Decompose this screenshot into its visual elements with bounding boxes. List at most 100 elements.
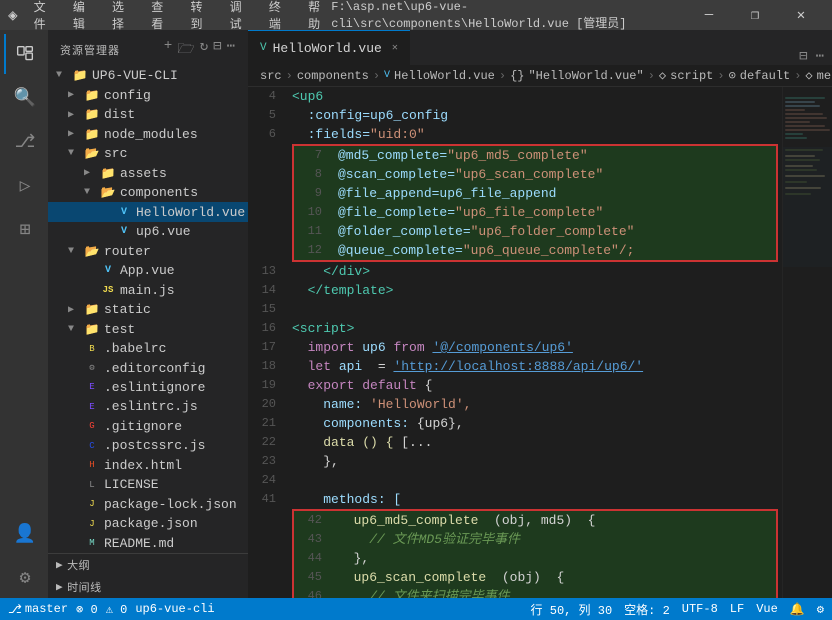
line-content: @file_append=up6_file_append [334, 184, 776, 203]
activity-git[interactable]: ⎇ [4, 122, 44, 162]
sidebar-item-package[interactable]: ▶ J package.json [48, 514, 248, 533]
sidebar-item-test[interactable]: ▼ 📁 test [48, 319, 248, 338]
activity-debug[interactable]: ▷ [4, 166, 44, 206]
sidebar-item-assets[interactable]: ▶ 📁 assets [48, 163, 248, 182]
sidebar-item-router[interactable]: ▼ 📂 router [48, 241, 248, 260]
close-button[interactable]: ✕ [778, 0, 824, 30]
arrow-icon: ▼ [68, 246, 80, 257]
code-line: 14 </template> [248, 281, 782, 300]
line-number: 18 [248, 357, 288, 376]
sidebar-item-helloworld[interactable]: ▶ V HelloWorld.vue [48, 202, 248, 221]
warnings-status[interactable]: ⚠ 0 [106, 602, 128, 617]
item-label: test [104, 322, 248, 337]
sidebar-item-dist[interactable]: ▶ 📁 dist [48, 105, 248, 124]
sidebar-item-readme[interactable]: ▶ M README.md [48, 534, 248, 553]
maximize-button[interactable]: ❐ [732, 0, 778, 30]
settings-status[interactable]: ⚙ [817, 602, 824, 617]
menu-view[interactable]: 查看 [143, 0, 174, 34]
activity-search[interactable]: 🔍 [4, 78, 44, 118]
menu-goto[interactable]: 转到 [182, 0, 213, 34]
arrow-icon: ▶ [68, 128, 80, 140]
errors-status[interactable]: ⊗ 0 [76, 602, 98, 617]
refresh-icon[interactable]: ↻ [200, 38, 209, 62]
line-content: </div> [288, 262, 782, 281]
sidebar-item-appvue[interactable]: ▶ V App.vue [48, 261, 248, 280]
sidebar-item-components[interactable]: ▼ 📂 components [48, 183, 248, 202]
sidebar-item-src[interactable]: ▼ 📂 src [48, 144, 248, 163]
line-number: 10 [294, 203, 334, 222]
menu-help[interactable]: 帮助 [300, 0, 331, 34]
git-branch-status[interactable]: ⎇ master [8, 602, 68, 617]
activity-extensions[interactable]: ⊞ [4, 210, 44, 250]
code-line: 45 up6_scan_complete (obj) { [294, 568, 776, 587]
sidebar-item-gitignore[interactable]: ▶ G .gitignore [48, 417, 248, 436]
sidebar-item-static[interactable]: ▶ 📁 static [48, 300, 248, 319]
sidebar-item-eslintrc[interactable]: ▶ E .eslintrc.js [48, 397, 248, 416]
sidebar-item-config[interactable]: ▶ 📁 config [48, 85, 248, 104]
tab-helloworld[interactable]: V HelloWorld.vue ✕ [248, 30, 410, 65]
line-col-status[interactable]: 行 50, 列 30 [531, 601, 613, 618]
tree-root[interactable]: ▼ 📁 UP6-VUE-CLI [48, 66, 248, 85]
code-line: 7 @md5_complete="up6_md5_complete" [294, 146, 776, 165]
menu-select[interactable]: 选择 [104, 0, 135, 34]
activity-account[interactable]: 👤 [4, 514, 44, 554]
sidebar-item-indexhtml[interactable]: ▶ H index.html [48, 456, 248, 475]
more-icon[interactable]: ⋯ [227, 38, 236, 62]
line-content: @md5_complete="up6_md5_complete" [334, 146, 776, 165]
new-folder-icon[interactable]: 🗁 [177, 38, 195, 62]
bc-diamond2-icon: ◇ [805, 68, 812, 83]
sidebar-item-mainjs[interactable]: ▶ JS main.js [48, 280, 248, 299]
sidebar-item-editorconfig[interactable]: ▶ ⚙ .editorconfig [48, 358, 248, 377]
outline-section[interactable]: ▶ 大纲 [48, 554, 248, 576]
item-label: package-lock.json [104, 497, 248, 512]
code-line: 41 methods: [ [248, 490, 782, 509]
sidebar-item-postcssrc[interactable]: ▶ C .postcssrc.js [48, 436, 248, 455]
tab-close-icon[interactable]: ✕ [392, 42, 398, 54]
line-content: <up6 [288, 87, 782, 106]
bc-sep: › [648, 69, 655, 83]
sidebar-item-node-modules[interactable]: ▶ 📁 node_modules [48, 124, 248, 143]
code-line: 21 components: {up6}, [248, 414, 782, 433]
errors-label: ⊗ 0 [76, 602, 98, 617]
split-editor-icon[interactable]: ⊟ [799, 48, 807, 65]
item-label: static [104, 302, 248, 317]
eol-status[interactable]: LF [730, 602, 744, 616]
feedback-status[interactable]: 🔔 [790, 602, 805, 617]
minimize-button[interactable]: — [686, 0, 732, 30]
line-content: </template> [288, 281, 782, 300]
bc-components: components [297, 69, 369, 83]
timeline-section[interactable]: ▶ 时间线 [48, 576, 248, 598]
code-line: 6 :fields="uid:0" [248, 125, 782, 144]
item-label: package.json [104, 516, 248, 531]
language-status[interactable]: Vue [756, 602, 778, 616]
code-editor[interactable]: 4 <up6 5 :config=up6_config 6 :fields="u… [248, 87, 782, 598]
more-tabs-icon[interactable]: ⋯ [816, 48, 824, 65]
line-content: :config=up6_config [288, 106, 782, 125]
line-number: 16 [248, 319, 288, 338]
encoding-status[interactable]: UTF-8 [682, 602, 718, 616]
arrow-icon: ▼ [68, 324, 80, 335]
line-number: 19 [248, 376, 288, 395]
sidebar-item-babelrc[interactable]: ▶ B .babelrc [48, 339, 248, 358]
item-label: config [104, 88, 248, 103]
code-line: 9 @file_append=up6_file_append [294, 184, 776, 203]
sidebar-item-package-lock[interactable]: ▶ J package-lock.json [48, 495, 248, 514]
menu-edit[interactable]: 编辑 [65, 0, 96, 34]
sidebar-item-license[interactable]: ▶ L LICENSE [48, 475, 248, 494]
activity-explorer[interactable] [4, 34, 44, 74]
sidebar-item-eslintignore[interactable]: ▶ E .eslintignore [48, 378, 248, 397]
line-number: 43 [294, 530, 334, 549]
spaces-status[interactable]: 空格: 2 [624, 601, 670, 618]
menu-terminal[interactable]: 终端 [261, 0, 292, 34]
new-file-icon[interactable]: + [164, 38, 173, 62]
menu-file[interactable]: 文件 [26, 0, 57, 34]
collapse-icon[interactable]: ⊟ [213, 38, 222, 62]
activity-settings[interactable]: ⚙ [4, 558, 44, 598]
line-number: 41 [248, 490, 288, 509]
line-number: 13 [248, 262, 288, 281]
menu-debug[interactable]: 调试 [222, 0, 253, 34]
sidebar-item-up6vue[interactable]: ▶ V up6.vue [48, 222, 248, 241]
item-label: .eslintrc.js [104, 399, 248, 414]
item-label: .editorconfig [104, 361, 248, 376]
folder-icon: 📁 [84, 88, 100, 103]
